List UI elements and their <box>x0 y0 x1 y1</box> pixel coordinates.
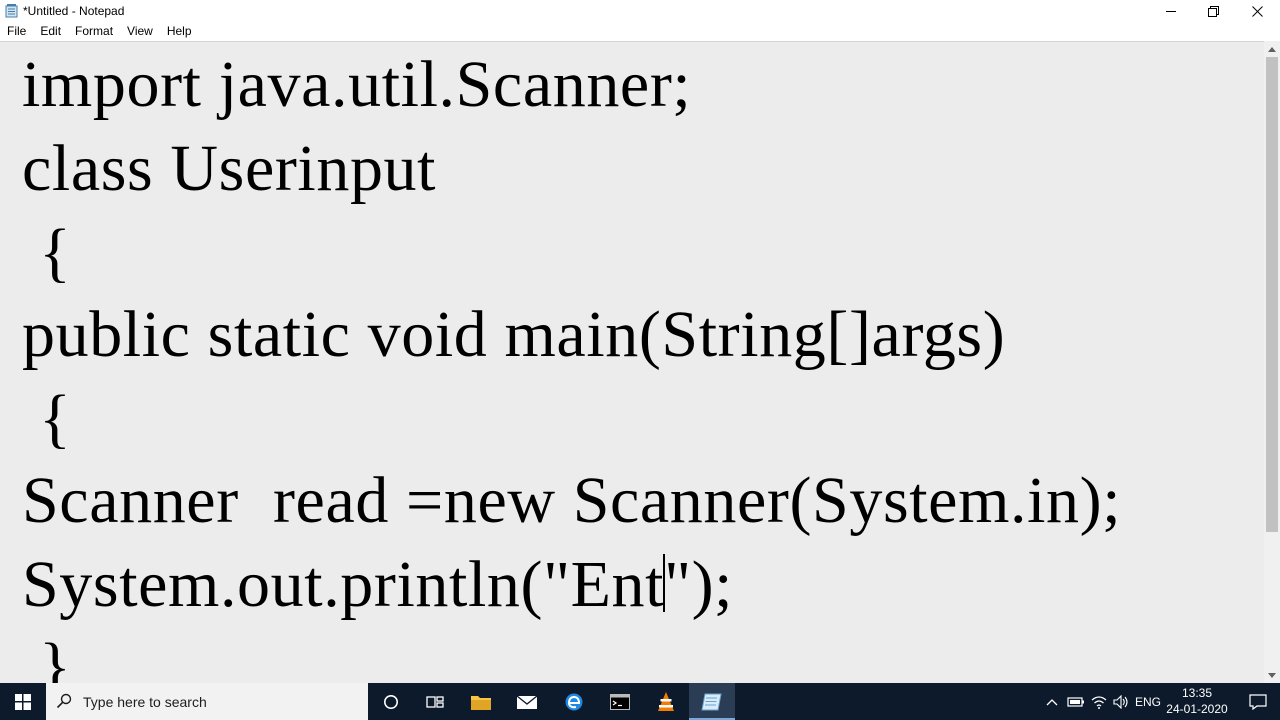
task-view-button[interactable] <box>412 683 458 720</box>
notepad-taskbar-icon <box>701 693 722 710</box>
volume-tray-button[interactable] <box>1110 683 1132 720</box>
cortana-icon <box>384 694 398 709</box>
vlc-button[interactable] <box>643 683 689 720</box>
mail-icon <box>516 694 538 709</box>
scroll-down-arrow-icon[interactable] <box>1264 667 1280 683</box>
code-line-7-before-caret: System.out.println("Ent <box>22 548 665 621</box>
scrollbar-thumb[interactable] <box>1266 57 1278 532</box>
search-icon <box>56 693 72 709</box>
search-placeholder: Type here to search <box>83 694 207 710</box>
menu-format[interactable]: Format <box>68 22 120 40</box>
language-label: ENG <box>1134 694 1161 709</box>
taskbar-clock[interactable]: 13:35 24-01-2020 <box>1160 685 1234 717</box>
restore-icon <box>1207 5 1219 17</box>
menu-file[interactable]: File <box>0 22 33 40</box>
clock-date: 24-01-2020 <box>1166 702 1228 716</box>
chevron-up-icon <box>1046 698 1058 705</box>
vertical-scrollbar[interactable] <box>1264 41 1280 683</box>
taskbar-search-box[interactable]: Type here to search <box>46 683 368 720</box>
code-line-4: public static void main(String[]args) <box>22 298 1006 371</box>
edge-icon <box>565 693 583 710</box>
wifi-tray-button[interactable] <box>1088 683 1110 720</box>
battery-tray-button[interactable] <box>1064 683 1088 720</box>
notifications-button[interactable] <box>1236 683 1280 720</box>
code-line-2: class Userinput <box>22 132 437 205</box>
code-line-6: Scanner read =new Scanner(System.in); <box>22 464 1122 537</box>
restore-button[interactable] <box>1190 0 1236 22</box>
input-language-indicator[interactable]: ENG <box>1134 683 1162 720</box>
title-bar[interactable]: *Untitled - Notepad <box>0 0 1280 22</box>
windows-logo-icon <box>15 693 31 710</box>
close-icon <box>1251 5 1263 17</box>
cortana-button[interactable] <box>368 683 414 720</box>
minimize-button[interactable] <box>1148 0 1194 22</box>
notepad-icon <box>5 4 18 18</box>
file-explorer-button[interactable] <box>458 683 504 720</box>
scroll-up-arrow-icon[interactable] <box>1264 41 1280 57</box>
notepad-taskbar-button[interactable] <box>689 683 735 720</box>
menu-edit[interactable]: Edit <box>33 22 68 40</box>
edge-button[interactable] <box>551 683 597 720</box>
code-line-7: System.out.println("Ent"); <box>22 550 733 620</box>
wifi-icon <box>1091 695 1107 709</box>
window-title: *Untitled - Notepad <box>23 4 125 18</box>
code-line-1: import java.util.Scanner; <box>22 48 692 121</box>
command-prompt-button[interactable] <box>597 683 643 720</box>
taskbar: Type here to search ENG 13:35 24-01-2020 <box>0 683 1280 720</box>
mail-button[interactable] <box>504 683 550 720</box>
command-prompt-icon <box>610 693 630 710</box>
action-center-icon <box>1249 693 1267 710</box>
code-line-3: { <box>22 216 72 289</box>
file-explorer-icon <box>471 695 491 710</box>
code-line-8: } <box>22 630 72 685</box>
clock-time: 13:35 <box>1181 686 1213 700</box>
volume-icon <box>1113 694 1128 709</box>
vlc-icon <box>658 691 674 711</box>
show-hidden-icons-button[interactable] <box>1042 683 1062 720</box>
code-line-5: { <box>22 382 72 455</box>
task-view-icon <box>426 695 444 708</box>
text-editor[interactable]: import java.util.Scanner; class Userinpu… <box>0 41 1264 684</box>
menu-bar: File Edit Format View Help <box>0 22 1280 40</box>
minimize-icon <box>1166 11 1176 12</box>
start-button[interactable] <box>0 683 46 720</box>
code-line-7-after-caret: "); <box>664 548 734 621</box>
battery-icon <box>1067 696 1084 707</box>
menu-help[interactable]: Help <box>160 22 199 40</box>
close-button[interactable] <box>1234 0 1280 22</box>
menu-view[interactable]: View <box>120 22 160 40</box>
